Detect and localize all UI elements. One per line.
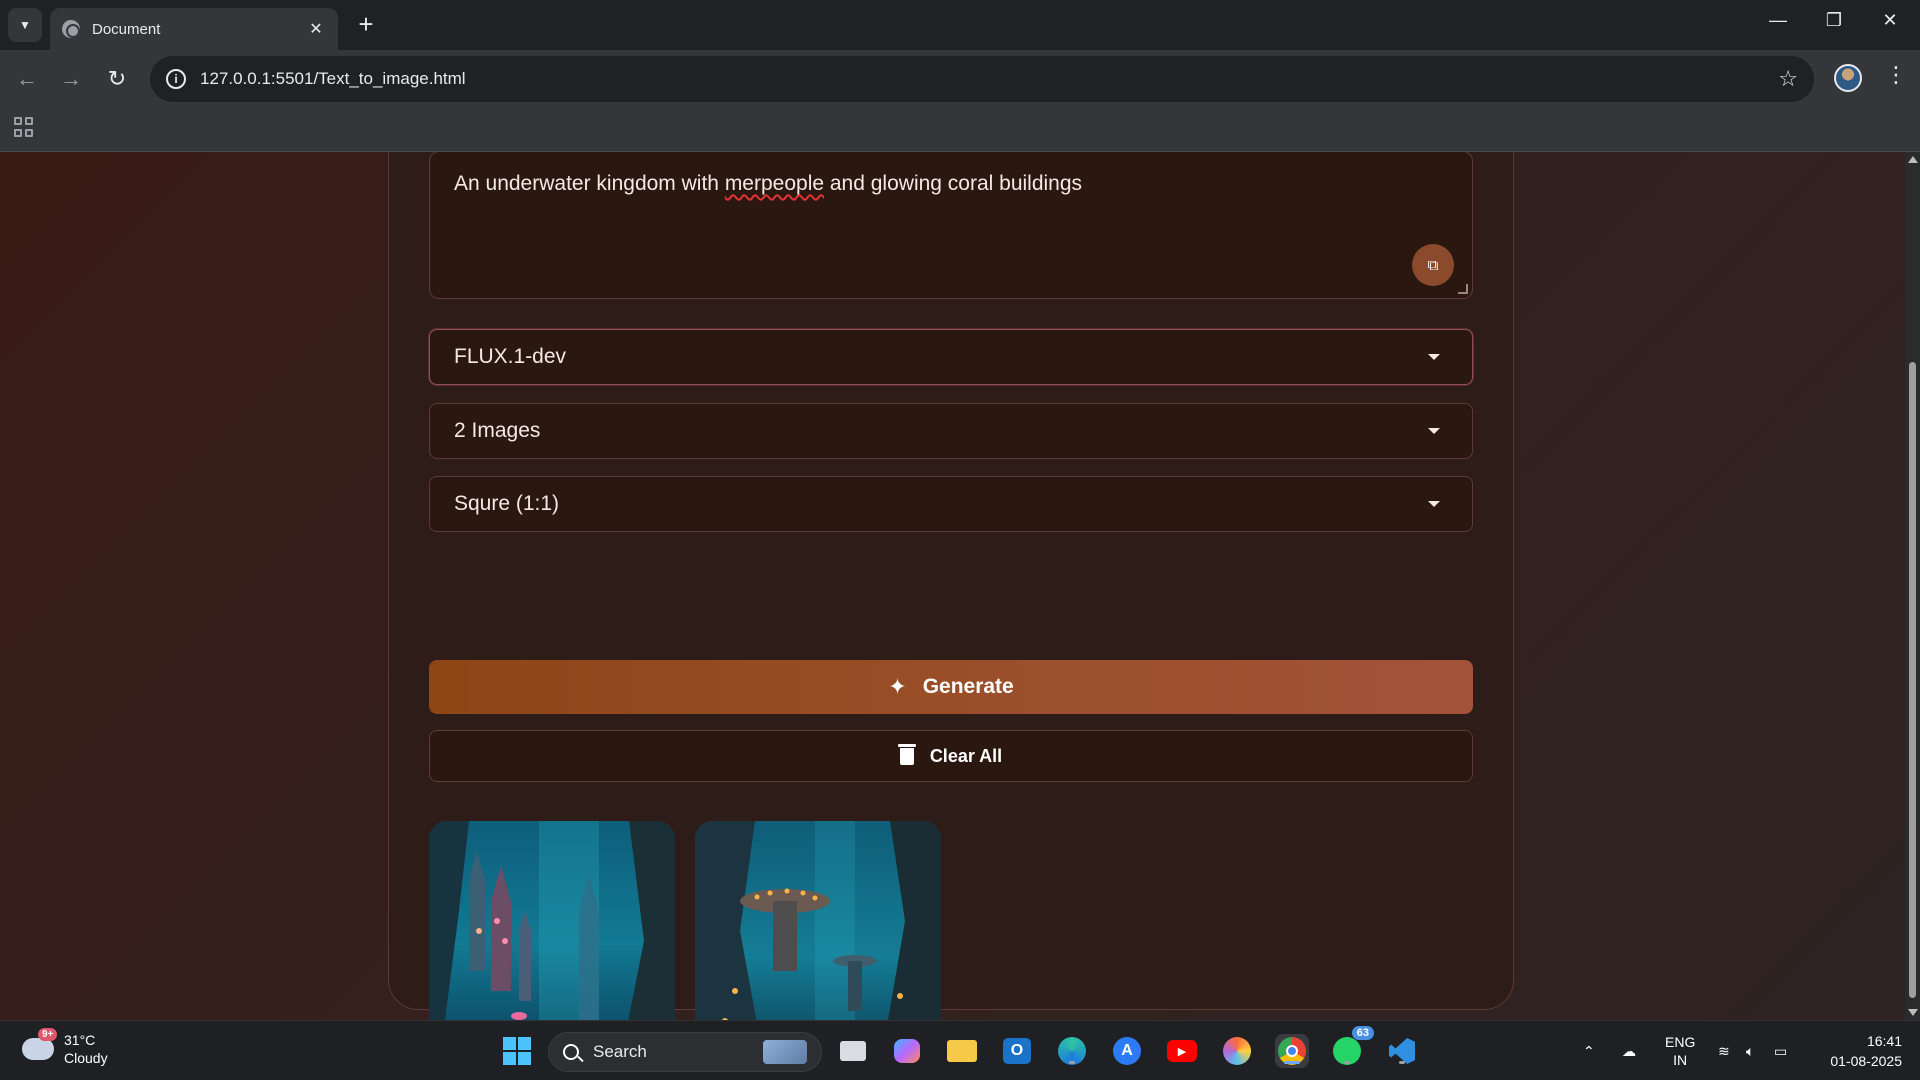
file-explorer-icon[interactable] (945, 1034, 979, 1068)
browser-tab-bar: ▼ Document ✕ + — ❐ ✕ (0, 0, 1920, 50)
bookmark-star-icon[interactable]: ☆ (1778, 66, 1798, 92)
caret-down-icon (1428, 428, 1440, 434)
apps-grid-icon[interactable] (14, 117, 34, 137)
copilot-icon[interactable] (890, 1034, 924, 1068)
chrome-icon[interactable] (1275, 1034, 1309, 1068)
underwater-castle-image (429, 821, 675, 1020)
taskbar-search[interactable]: Search (548, 1032, 822, 1072)
resize-handle[interactable] (1458, 284, 1468, 294)
youtube-icon[interactable]: ▶ (1165, 1034, 1199, 1068)
caret-down-icon (1428, 354, 1440, 360)
generated-image-2[interactable] (695, 821, 941, 1020)
running-indicator (1069, 1061, 1075, 1064)
windows-logo-icon (503, 1037, 531, 1065)
whatsapp-icon[interactable]: 63 (1330, 1026, 1374, 1068)
random-prompt-button[interactable]: ⧉ (1412, 244, 1454, 286)
weather-desc: Cloudy (64, 1050, 108, 1066)
back-icon[interactable]: ← (12, 64, 42, 94)
restore-icon[interactable]: ❐ (1814, 10, 1854, 31)
running-indicator (1344, 1061, 1350, 1064)
app-store-icon[interactable]: A (1110, 1034, 1144, 1068)
scroll-thumb[interactable] (1909, 362, 1916, 998)
active-indicator (1284, 1061, 1300, 1064)
url-text[interactable]: 127.0.0.1:5501/Text_to_image.html (200, 69, 1778, 89)
dice-icon: ⧉ (1427, 256, 1439, 274)
tab-search-button[interactable]: ▼ (8, 8, 42, 42)
onedrive-icon[interactable]: ☁ (1622, 1021, 1636, 1080)
generated-image-1[interactable] (429, 821, 675, 1020)
start-button[interactable] (500, 1034, 534, 1068)
trash-icon (897, 743, 916, 765)
underwater-coral-city-image (695, 821, 941, 1020)
bookmarks-bar (0, 108, 1920, 152)
generator-card: An underwater kingdom with merpeople and… (388, 152, 1514, 1020)
model-select[interactable]: FLUX.1-dev (429, 329, 1473, 385)
forward-icon[interactable]: → (56, 64, 86, 94)
clear-all-button[interactable]: Clear All (429, 730, 1473, 782)
scroll-down-arrow-icon[interactable] (1908, 1009, 1918, 1016)
outlook-icon[interactable]: O (1000, 1034, 1034, 1068)
page-viewport: An underwater kingdom with merpeople and… (0, 152, 1905, 1020)
search-highlight-image (763, 1040, 807, 1064)
vscode-icon[interactable] (1385, 1034, 1419, 1068)
browser-toolbar: ← → ↻ i 127.0.0.1:5501/Text_to_image.htm… (0, 50, 1920, 108)
search-icon (563, 1044, 579, 1060)
generate-label: Generate (922, 675, 1014, 698)
edge-icon[interactable] (1055, 1034, 1089, 1068)
prompt-misspelled-word: merpeople (724, 172, 825, 195)
close-window-icon[interactable]: ✕ (1870, 10, 1910, 31)
prompt-text-start: An underwater kingdom with (454, 172, 725, 195)
page-scrollbar[interactable] (1905, 152, 1920, 1020)
battery-icon[interactable]: ▭ (1774, 1021, 1787, 1080)
menu-kebab-icon[interactable]: ⋮ (1885, 62, 1907, 88)
profile-avatar[interactable] (1834, 64, 1862, 92)
caret-down-icon (1428, 501, 1440, 507)
whatsapp-badge: 63 (1351, 1026, 1374, 1040)
scroll-up-arrow-icon[interactable] (1908, 156, 1918, 163)
prompt-textarea[interactable]: An underwater kingdom with merpeople and… (429, 152, 1473, 299)
image-count-select[interactable]: 2 Images (429, 403, 1473, 459)
lang-top: ENG (1665, 1034, 1696, 1050)
close-tab-icon[interactable]: ✕ (306, 19, 326, 39)
weather-badge: 9+ (38, 1028, 58, 1041)
model-select-value: FLUX.1-dev (454, 345, 567, 368)
generate-button[interactable]: ✦ Generate (429, 660, 1473, 714)
new-tab-button[interactable]: + (352, 11, 380, 37)
prompt-text-end: and glowing coral buildings (824, 172, 1083, 195)
lang-bottom: IN (1673, 1052, 1688, 1068)
running-indicator (1399, 1061, 1405, 1064)
weather-widget[interactable]: 9+ 31°C Cloudy (22, 1028, 108, 1067)
browser-tab[interactable]: Document ✕ (50, 8, 338, 50)
address-bar[interactable]: i 127.0.0.1:5501/Text_to_image.html ☆ (150, 56, 1814, 102)
system-clock[interactable]: 16:41 01-08-2025 (1812, 1031, 1902, 1071)
windows-taskbar: 9+ 31°C Cloudy Search O A ▶ 63 ⌃ ☁ ENG I… (0, 1020, 1920, 1080)
magic-wand-icon: ✦ (888, 674, 907, 699)
volume-icon[interactable]: 🔈︎ (1746, 1021, 1754, 1080)
reload-icon[interactable]: ↻ (102, 64, 132, 94)
chevron-down-icon: ▼ (19, 18, 31, 32)
tab-title: Document (92, 20, 161, 38)
aspect-ratio-select[interactable]: Squre (1:1) (429, 476, 1473, 532)
media-app-icon[interactable] (1220, 1034, 1254, 1068)
clear-all-label: Clear All (929, 745, 1003, 766)
task-view-icon[interactable] (836, 1034, 870, 1068)
globe-icon (62, 20, 80, 38)
tray-overflow-icon[interactable]: ⌃ (1583, 1021, 1595, 1080)
clock-date: 01-08-2025 (1830, 1053, 1902, 1069)
language-indicator[interactable]: ENG IN (1665, 1021, 1695, 1080)
weather-temp: 31°C (64, 1032, 96, 1048)
image-count-value: 2 Images (454, 419, 541, 442)
image-gallery (429, 821, 941, 1020)
aspect-ratio-value: Squre (1:1) (454, 492, 560, 515)
clock-time: 16:41 (1866, 1033, 1902, 1049)
wifi-icon[interactable]: ≋ (1718, 1021, 1730, 1080)
taskbar-search-label: Search (593, 1042, 647, 1061)
minimize-icon[interactable]: — (1758, 10, 1798, 31)
cloud-icon: 9+ (22, 1028, 58, 1060)
site-info-icon[interactable]: i (166, 69, 186, 89)
